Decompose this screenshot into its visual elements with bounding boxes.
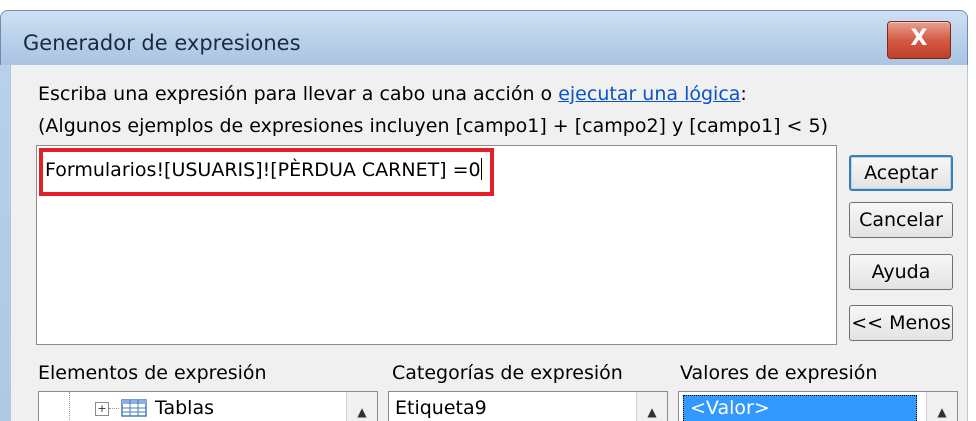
instruction-line-2: (Algunos ejemplos de expresiones incluye… [38,115,828,137]
values-label: Valores de expresión [680,362,878,384]
expand-icon[interactable]: + [95,402,109,416]
less-button[interactable]: << Menos [849,305,953,341]
categories-list[interactable]: Etiqueta9 ▲ [388,391,668,421]
ok-button[interactable]: Aceptar [849,155,953,191]
scroll-up-arrow-icon[interactable]: ▲ [636,392,667,421]
cancel-button[interactable]: Cancelar [849,202,953,238]
table-icon [121,399,147,417]
tree-connector [69,392,71,421]
values-list[interactable]: <Valor> ▲ [678,391,958,421]
elements-list[interactable]: + Tablas ▲ [38,391,378,421]
scroll-up-arrow-icon[interactable]: ▲ [346,392,377,421]
tree-connector-dash [109,408,119,409]
scroll-up-arrow-icon[interactable]: ▲ [926,392,957,421]
close-button[interactable]: X [887,21,951,59]
instruction-line-1: Escriba una expresión para llevar a cabo… [38,83,747,105]
value-item-label: <Valor> [690,397,770,419]
value-item-selected[interactable]: <Valor> [683,395,917,421]
elements-label: Elementos de expresión [38,362,267,384]
close-icon: X [910,26,928,51]
dialog-body: Escriba una expresión para llevar a cabo… [10,65,968,421]
category-item[interactable]: Etiqueta9 [395,397,487,419]
logic-link[interactable]: ejecutar una lógica [558,83,740,105]
window-frame-left [0,65,10,421]
window-title: Generador de expresiones [23,31,301,55]
instruction-colon: : [740,83,747,105]
annotation-highlight-box [39,148,494,196]
instruction-text: Escriba una expresión para llevar a cabo… [38,83,559,105]
help-button[interactable]: Ayuda [849,254,953,290]
expression-input[interactable]: Formularios![USUARIS]![PÈRDUA CARNET] =0 [36,145,837,345]
tree-item-tables[interactable]: Tablas [155,397,214,419]
title-bar[interactable]: Generador de expresiones X [0,10,968,66]
categories-label: Categorías de expresión [392,362,623,384]
expression-builder-window: Generador de expresiones X Escriba una e… [0,0,976,421]
